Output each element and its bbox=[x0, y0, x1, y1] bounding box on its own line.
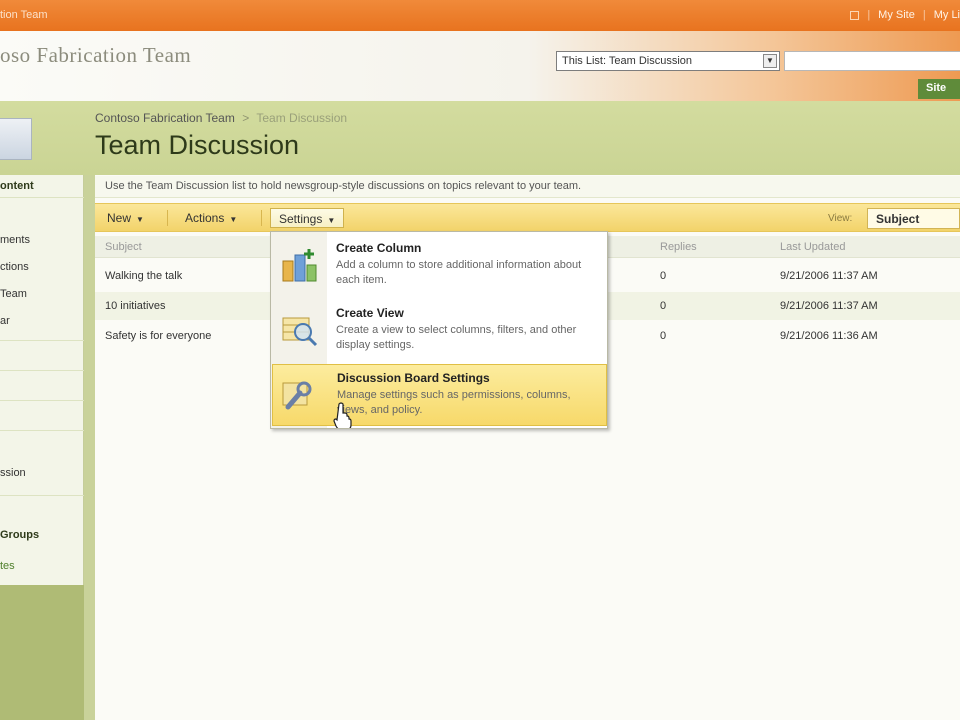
nav-item-sites[interactable]: tes bbox=[0, 560, 84, 572]
chevron-down-icon: ▼ bbox=[136, 215, 144, 224]
reply-count: 0 bbox=[660, 300, 667, 312]
nav-item-collections[interactable]: ctions bbox=[0, 261, 84, 273]
settings-dropdown-menu: Create Column Add a column to store addi… bbox=[270, 231, 608, 429]
list-description: Use the Team Discussion list to hold new… bbox=[95, 176, 960, 198]
global-breadcrumb[interactable]: tion Team bbox=[0, 9, 48, 21]
search-scope-select[interactable]: This List: Team Discussion ▼ bbox=[556, 51, 780, 71]
breadcrumb: Contoso Fabrication Team > Team Discussi… bbox=[95, 111, 347, 125]
chevron-down-icon[interactable]: ▼ bbox=[763, 54, 777, 68]
divider bbox=[261, 210, 262, 226]
view-label: View: bbox=[828, 213, 853, 224]
global-top-bar: tion Team | My Site | My Li bbox=[0, 0, 960, 31]
chevron-down-icon: ▼ bbox=[229, 215, 238, 224]
actions-menu-label: Actions bbox=[185, 211, 225, 225]
menu-item-description: Manage settings such as permissions, col… bbox=[337, 389, 571, 416]
site-logo-icon bbox=[0, 118, 32, 160]
divider bbox=[0, 370, 84, 371]
nav-heading-content[interactable]: ontent bbox=[0, 180, 84, 192]
divider bbox=[0, 495, 84, 496]
settings-menu-label: Settings bbox=[279, 212, 323, 226]
column-header-subject[interactable]: Subject bbox=[105, 241, 142, 253]
page-title: Team Discussion bbox=[95, 130, 300, 160]
discussion-subject-link[interactable]: Walking the talk bbox=[105, 270, 182, 282]
divider: | bbox=[867, 9, 871, 21]
breadcrumb-site-link[interactable]: Contoso Fabrication Team bbox=[95, 111, 235, 125]
divider bbox=[0, 340, 84, 341]
view-select[interactable]: Subject bbox=[867, 208, 960, 229]
search-input[interactable] bbox=[784, 51, 960, 71]
site-header: oso Fabrication Team This List: Team Dis… bbox=[0, 31, 960, 101]
nav-footer bbox=[0, 585, 84, 720]
create-view-icon bbox=[282, 317, 318, 347]
reply-count: 0 bbox=[660, 330, 667, 342]
divider bbox=[167, 210, 168, 226]
separator-icon bbox=[850, 10, 860, 20]
nav-item-documents[interactable]: ments bbox=[0, 234, 84, 246]
menu-item-create-column[interactable]: Create Column Add a column to store addi… bbox=[272, 235, 607, 297]
last-updated: 9/21/2006 11:37 AM bbox=[780, 300, 878, 312]
menu-item-title: Create View bbox=[336, 306, 404, 320]
list-toolbar: New ▼ Actions ▼ Settings ▼ View: Subject bbox=[95, 203, 960, 232]
search-scope-value: This List: Team Discussion bbox=[562, 55, 693, 67]
discussion-subject-link[interactable]: 10 initiatives bbox=[105, 300, 166, 312]
actions-menu-button[interactable]: Actions ▼ bbox=[177, 208, 245, 228]
menu-item-create-view[interactable]: Create View Create a view to select colu… bbox=[272, 300, 607, 362]
divider bbox=[0, 400, 84, 401]
menu-item-title: Create Column bbox=[336, 241, 422, 255]
my-site-link[interactable]: My Site bbox=[878, 9, 915, 21]
new-menu-button[interactable]: New ▼ bbox=[99, 208, 152, 228]
divider bbox=[0, 197, 84, 198]
site-title[interactable]: oso Fabrication Team bbox=[0, 43, 191, 68]
site-actions-button[interactable]: Site bbox=[918, 79, 960, 99]
settings-menu-button[interactable]: Settings ▼ bbox=[270, 208, 345, 228]
last-updated: 9/21/2006 11:36 AM bbox=[780, 330, 878, 342]
top-links: | My Site | My Li bbox=[850, 9, 960, 21]
my-links-link[interactable]: My Li bbox=[934, 9, 960, 21]
nav-item-team[interactable]: Team bbox=[0, 288, 84, 300]
column-header-last-updated[interactable]: Last Updated bbox=[780, 241, 845, 253]
new-menu-label: New bbox=[107, 211, 132, 225]
breadcrumb-current[interactable]: Team Discussion bbox=[256, 111, 347, 125]
menu-item-description: Create a view to select columns, filters… bbox=[336, 324, 577, 351]
divider bbox=[0, 430, 84, 431]
discussion-subject-link[interactable]: Safety is for everyone bbox=[105, 330, 211, 342]
last-updated: 9/21/2006 11:37 AM bbox=[780, 270, 878, 282]
nav-item-calendar[interactable]: ar bbox=[0, 315, 84, 327]
quick-launch: ontent ments ctions Team ar ssion Groups… bbox=[0, 175, 84, 585]
reply-count: 0 bbox=[660, 270, 667, 282]
nav-item-discussion[interactable]: ssion bbox=[0, 467, 84, 479]
divider: | bbox=[922, 9, 926, 21]
menu-item-title: Discussion Board Settings bbox=[337, 371, 490, 385]
nav-heading-groups[interactable]: Groups bbox=[0, 529, 84, 541]
list-settings-icon bbox=[282, 381, 312, 410]
chevron-down-icon: ▼ bbox=[327, 216, 336, 225]
menu-item-discussion-board-settings[interactable]: Discussion Board Settings Manage setting… bbox=[272, 364, 607, 426]
menu-item-description: Add a column to store additional informa… bbox=[336, 259, 582, 286]
hand-cursor-icon bbox=[333, 402, 352, 428]
breadcrumb-separator: > bbox=[242, 111, 250, 125]
create-column-icon bbox=[282, 249, 317, 282]
column-header-replies[interactable]: Replies bbox=[660, 241, 697, 253]
